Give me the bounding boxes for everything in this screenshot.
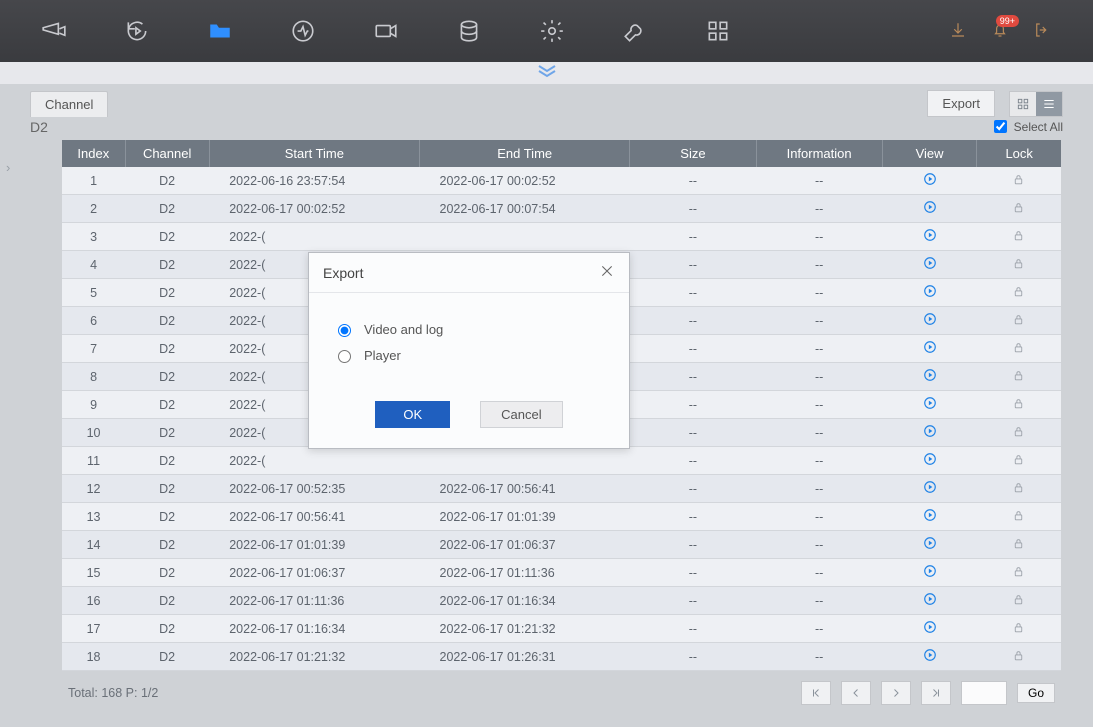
play-icon[interactable]	[923, 312, 937, 329]
lock-icon[interactable]	[1012, 623, 1025, 637]
col-start-time: Start Time	[209, 140, 419, 167]
expand-chevron[interactable]	[0, 62, 1093, 84]
play-icon[interactable]	[923, 424, 937, 441]
lock-icon[interactable]	[1012, 427, 1025, 441]
logout-icon[interactable]	[1033, 21, 1053, 41]
play-icon[interactable]	[923, 480, 937, 497]
lock-icon[interactable]	[1012, 511, 1025, 525]
play-icon[interactable]	[923, 508, 937, 525]
list-view-icon[interactable]	[1036, 92, 1062, 116]
col-view: View	[882, 140, 977, 167]
first-page-button[interactable]	[801, 681, 831, 705]
export-button[interactable]: Export	[927, 90, 995, 117]
go-button[interactable]: Go	[1017, 683, 1055, 703]
play-icon[interactable]	[923, 592, 937, 609]
table-row[interactable]: 11D22022-(----	[62, 447, 1061, 475]
main-toolbar: 99+	[0, 0, 1093, 62]
select-all-checkbox[interactable]: Select All	[990, 117, 1063, 136]
export-option-video-log[interactable]: Video and log	[333, 321, 605, 337]
table-row[interactable]: 17D22022-06-17 01:16:342022-06-17 01:21:…	[62, 615, 1061, 643]
lock-icon[interactable]	[1012, 231, 1025, 245]
cancel-button[interactable]: Cancel	[480, 401, 562, 428]
settings-gear-icon[interactable]	[538, 17, 566, 45]
table-row[interactable]: 15D22022-06-17 01:06:372022-06-17 01:11:…	[62, 559, 1061, 587]
lock-icon[interactable]	[1012, 371, 1025, 385]
lock-icon[interactable]	[1012, 259, 1025, 273]
total-label: Total: 168 P: 1/2	[68, 686, 158, 700]
sidebar-expand-handle[interactable]: ›	[6, 160, 18, 184]
ok-button[interactable]: OK	[375, 401, 450, 428]
play-icon[interactable]	[923, 648, 937, 665]
alarm-bell-icon[interactable]: 99+	[991, 21, 1011, 41]
col-end-time: End Time	[420, 140, 630, 167]
lock-icon[interactable]	[1012, 343, 1025, 357]
play-icon[interactable]	[923, 256, 937, 273]
col-channel: Channel	[125, 140, 209, 167]
table-row[interactable]: 18D22022-06-17 01:21:322022-06-17 01:26:…	[62, 643, 1061, 671]
playback-icon[interactable]	[123, 17, 151, 45]
alarm-badge: 99+	[996, 15, 1019, 27]
view-toggle	[1009, 91, 1063, 117]
col-size: Size	[630, 140, 756, 167]
play-icon[interactable]	[923, 284, 937, 301]
lock-icon[interactable]	[1012, 175, 1025, 189]
grid-view-icon[interactable]	[1010, 92, 1036, 116]
play-icon[interactable]	[923, 200, 937, 217]
play-icon[interactable]	[923, 620, 937, 637]
col-lock: Lock	[977, 140, 1061, 167]
last-page-button[interactable]	[921, 681, 951, 705]
health-icon[interactable]	[289, 17, 317, 45]
close-icon[interactable]	[599, 263, 615, 282]
download-icon[interactable]	[949, 21, 969, 41]
lock-icon[interactable]	[1012, 315, 1025, 329]
lock-icon[interactable]	[1012, 399, 1025, 413]
record-icon[interactable]	[372, 17, 400, 45]
maintenance-wrench-icon[interactable]	[621, 17, 649, 45]
lock-icon[interactable]	[1012, 203, 1025, 217]
camera-icon[interactable]	[40, 17, 68, 45]
lock-icon[interactable]	[1012, 651, 1025, 665]
col-index: Index	[62, 140, 125, 167]
export-dialog: Export Video and log Player OK Cancel	[308, 252, 630, 449]
dialog-title: Export	[323, 265, 363, 281]
page-input[interactable]	[961, 681, 1007, 705]
play-icon[interactable]	[923, 368, 937, 385]
table-row[interactable]: 2D22022-06-17 00:02:522022-06-17 00:07:5…	[62, 195, 1061, 223]
channel-tab[interactable]: Channel	[30, 91, 108, 117]
channel-name-label: D2	[30, 119, 48, 135]
play-icon[interactable]	[923, 564, 937, 581]
folder-icon[interactable]	[206, 17, 234, 45]
table-row[interactable]: 16D22022-06-17 01:11:362022-06-17 01:16:…	[62, 587, 1061, 615]
lock-icon[interactable]	[1012, 455, 1025, 469]
next-page-button[interactable]	[881, 681, 911, 705]
col-information: Information	[756, 140, 882, 167]
table-row[interactable]: 13D22022-06-17 00:56:412022-06-17 01:01:…	[62, 503, 1061, 531]
apps-grid-icon[interactable]	[704, 17, 732, 45]
export-option-player[interactable]: Player	[333, 347, 605, 363]
table-row[interactable]: 14D22022-06-17 01:01:392022-06-17 01:06:…	[62, 531, 1061, 559]
lock-icon[interactable]	[1012, 595, 1025, 609]
table-row[interactable]: 1D22022-06-16 23:57:542022-06-17 00:02:5…	[62, 167, 1061, 195]
play-icon[interactable]	[923, 172, 937, 189]
table-footer: Total: 168 P: 1/2 Go	[62, 677, 1061, 709]
play-icon[interactable]	[923, 228, 937, 245]
prev-page-button[interactable]	[841, 681, 871, 705]
play-icon[interactable]	[923, 396, 937, 413]
play-icon[interactable]	[923, 340, 937, 357]
play-icon[interactable]	[923, 452, 937, 469]
play-icon[interactable]	[923, 536, 937, 553]
table-row[interactable]: 3D22022-(----	[62, 223, 1061, 251]
database-icon[interactable]	[455, 17, 483, 45]
lock-icon[interactable]	[1012, 483, 1025, 497]
lock-icon[interactable]	[1012, 539, 1025, 553]
lock-icon[interactable]	[1012, 567, 1025, 581]
table-row[interactable]: 12D22022-06-17 00:52:352022-06-17 00:56:…	[62, 475, 1061, 503]
lock-icon[interactable]	[1012, 287, 1025, 301]
